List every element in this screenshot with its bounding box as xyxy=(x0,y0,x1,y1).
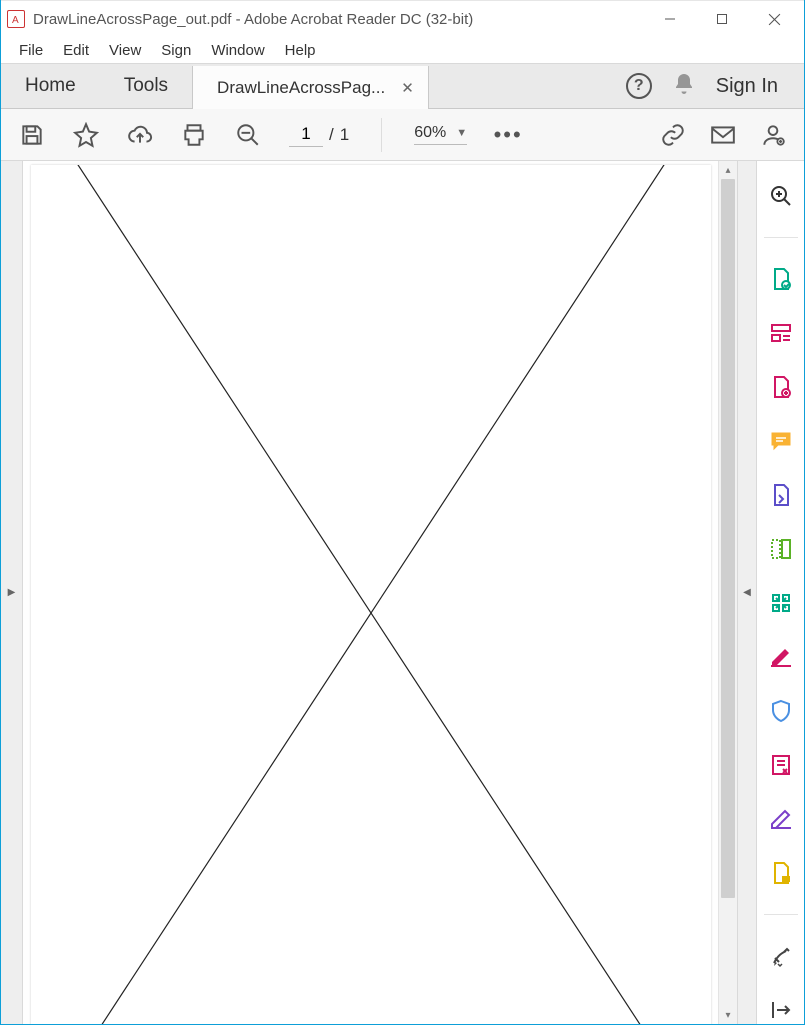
zoom-value: 60% xyxy=(414,124,446,142)
window-title: DrawLineAcrossPage_out.pdf - Adobe Acrob… xyxy=(33,11,646,28)
scroll-thumb[interactable] xyxy=(721,179,735,898)
expand-icon[interactable] xyxy=(768,997,794,1023)
menu-edit[interactable]: Edit xyxy=(55,40,97,61)
page-input[interactable] xyxy=(289,122,323,147)
email-icon[interactable] xyxy=(710,122,736,148)
close-tab-icon[interactable]: ✕ xyxy=(401,79,414,97)
combine-files-icon[interactable] xyxy=(768,482,794,508)
menu-sign[interactable]: Sign xyxy=(153,40,199,61)
save-icon[interactable] xyxy=(19,122,45,148)
chevron-right-icon: ▶ xyxy=(8,587,16,598)
menu-bar: File Edit View Sign Window Help xyxy=(1,37,804,64)
search-plus-icon[interactable] xyxy=(768,183,794,209)
tab-tools[interactable]: Tools xyxy=(100,64,192,108)
zoom-out-icon[interactable] xyxy=(235,122,261,148)
scroll-up-icon[interactable]: ▴ xyxy=(719,161,737,179)
tab-home[interactable]: Home xyxy=(1,64,100,108)
fill-sign-icon[interactable] xyxy=(768,752,794,778)
page-total: 1 xyxy=(340,125,349,145)
document-page xyxy=(31,165,711,1024)
edit-pdf-icon[interactable] xyxy=(768,374,794,400)
page-indicator: / 1 xyxy=(289,122,349,147)
star-icon[interactable] xyxy=(73,122,99,148)
compress-pdf-icon[interactable] xyxy=(768,590,794,616)
tab-document[interactable]: DrawLineAcrossPag... ✕ xyxy=(192,66,429,109)
request-sign-icon[interactable] xyxy=(768,860,794,886)
organize-pages-icon[interactable] xyxy=(768,536,794,562)
help-icon[interactable]: ? xyxy=(626,73,652,99)
tab-bar: Home Tools DrawLineAcrossPag... ✕ ? Sign… xyxy=(1,64,804,109)
print-icon[interactable] xyxy=(181,122,207,148)
menu-window[interactable]: Window xyxy=(203,40,272,61)
redact-icon[interactable] xyxy=(768,644,794,670)
export-pdf-icon[interactable] xyxy=(768,266,794,292)
minimize-button[interactable] xyxy=(646,4,694,34)
left-panel-toggle[interactable]: ▶ xyxy=(1,161,23,1024)
chevron-down-icon: ▼ xyxy=(456,127,467,139)
protect-icon[interactable] xyxy=(768,698,794,724)
account-icon[interactable] xyxy=(760,122,786,148)
document-viewport[interactable] xyxy=(23,161,718,1024)
more-tools-icon[interactable] xyxy=(768,943,794,969)
content-area: ▶ ▴ ▾ ◀ xyxy=(1,161,804,1024)
page-sep: / xyxy=(329,125,334,145)
cloud-upload-icon[interactable] xyxy=(127,122,153,148)
menu-help[interactable]: Help xyxy=(277,40,324,61)
svg-text:A: A xyxy=(12,15,19,25)
menu-view[interactable]: View xyxy=(101,40,149,61)
comment-icon[interactable] xyxy=(768,428,794,454)
vertical-scrollbar[interactable]: ▴ ▾ xyxy=(718,161,737,1024)
right-panel-toggle[interactable]: ◀ xyxy=(737,161,756,1024)
notifications-icon[interactable] xyxy=(672,72,696,101)
sign-icon[interactable] xyxy=(768,806,794,832)
menu-file[interactable]: File xyxy=(11,40,51,61)
more-icon[interactable]: ••• xyxy=(495,122,521,148)
sign-in-button[interactable]: Sign In xyxy=(716,75,784,98)
create-pdf-icon[interactable] xyxy=(768,320,794,346)
tab-document-label: DrawLineAcrossPag... xyxy=(217,78,385,98)
tools-panel xyxy=(756,161,804,1024)
title-bar: A DrawLineAcrossPage_out.pdf - Adobe Acr… xyxy=(1,0,804,37)
close-button[interactable] xyxy=(750,4,798,34)
share-link-icon[interactable] xyxy=(660,122,686,148)
app-icon: A xyxy=(7,10,25,28)
zoom-dropdown[interactable]: 60% ▼ xyxy=(414,124,467,145)
maximize-button[interactable] xyxy=(698,4,746,34)
scroll-down-icon[interactable]: ▾ xyxy=(719,1006,737,1024)
toolbar: / 1 60% ▼ ••• xyxy=(1,109,804,161)
chevron-left-icon: ◀ xyxy=(743,587,751,598)
